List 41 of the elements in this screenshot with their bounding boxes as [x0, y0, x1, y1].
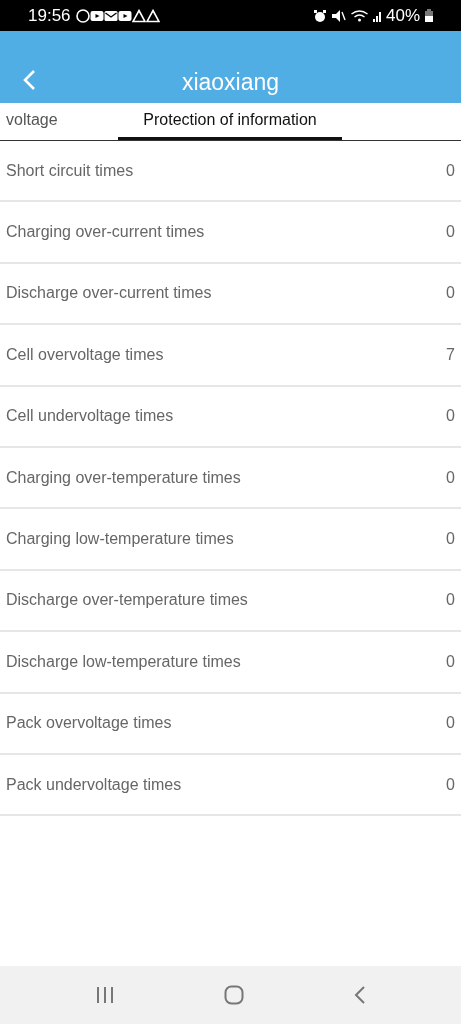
triangle-icon	[131, 8, 146, 23]
row-value: 0	[446, 530, 455, 549]
row-label: Short circuit times	[6, 161, 134, 180]
battery-icon	[425, 9, 433, 22]
row-value: 0	[446, 161, 455, 180]
wifi-icon	[350, 8, 368, 23]
row-label: Charging over-current times	[6, 223, 205, 242]
row-label: Charging low-temperature times	[6, 530, 234, 549]
chat-icon	[75, 8, 90, 23]
tab[interactable]: Protection of information	[118, 103, 342, 140]
row-label: Charging over-temperature times	[6, 468, 241, 487]
row-value: 0	[446, 652, 455, 671]
recent-apps-icon[interactable]	[95, 986, 114, 1004]
triangle-icon	[145, 8, 160, 23]
home-icon[interactable]	[223, 985, 244, 1005]
row-label: Cell overvoltage times	[6, 345, 164, 364]
row-value: 7	[446, 345, 455, 364]
row-value: 0	[446, 284, 455, 303]
row-label: Cell undervoltage times	[6, 407, 174, 426]
row-label: Discharge over-temperature times	[6, 591, 248, 610]
row-value: 0	[446, 223, 455, 242]
mail-icon	[103, 8, 118, 23]
row-label: Discharge over-current times	[6, 284, 212, 303]
battery-percent: 40%	[385, 5, 420, 26]
row-label: Discharge low-temperature times	[6, 652, 241, 671]
row-value: 0	[446, 714, 455, 733]
row-value: 0	[446, 591, 455, 610]
status-time: 19:56	[28, 5, 71, 26]
row-label: Pack undervoltage times	[6, 775, 182, 794]
tab[interactable]: voltage	[0, 103, 118, 140]
page-title: xiaoxiang	[180, 69, 281, 96]
back-button[interactable]	[22, 69, 36, 91]
back-icon[interactable]	[353, 985, 366, 1005]
row-value: 0	[446, 468, 455, 487]
mute-icon	[331, 8, 346, 23]
row-value: 0	[446, 407, 455, 426]
row-label: Pack overvoltage times	[6, 714, 172, 733]
video-icon	[117, 8, 132, 23]
alarm-icon	[312, 8, 327, 23]
row-value: 0	[446, 775, 455, 794]
video-icon	[89, 8, 104, 23]
